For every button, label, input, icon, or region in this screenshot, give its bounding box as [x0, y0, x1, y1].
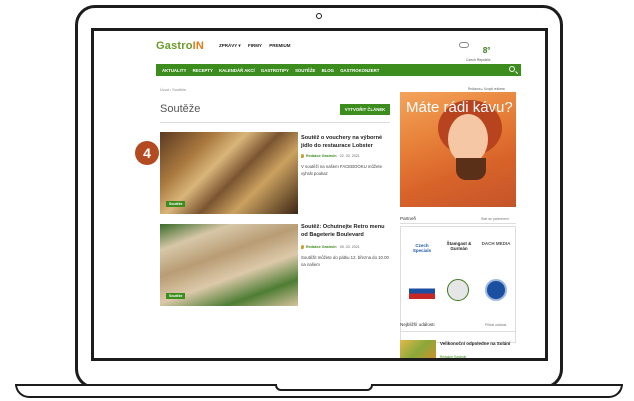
breadcrumb[interactable]: Úvod › Soutěže — [160, 88, 186, 92]
weather-widget: 8° Czech Republic — [466, 40, 491, 62]
article-author[interactable]: Redakce Gastroln — [306, 154, 337, 158]
main-nav: AKTUALITY RECEPTY KALENDÁŘ AKCÍ GASTROTI… — [156, 64, 521, 76]
pin-icon — [301, 154, 304, 159]
site-logo[interactable]: GastroIN — [156, 40, 204, 52]
events-link[interactable]: Přidat událost — [485, 323, 506, 327]
partner-flag-logo[interactable] — [409, 283, 435, 299]
partner-logo[interactable]: DACH MEDIA — [481, 241, 511, 246]
article-date: 22. 03. 2021 — [339, 154, 360, 158]
article-excerpt: Soutěžit můžete do pátku 12. března do 1… — [301, 255, 389, 267]
weather-location: Czech Republic — [466, 58, 491, 62]
laptop-notch — [275, 384, 373, 391]
top-nav: ZPRÁVY ▾ FIRMY PREMIUM — [219, 43, 296, 49]
article-date: 05. 03. 2021 — [339, 245, 360, 249]
article-author[interactable]: Redakce Gastroln — [306, 245, 337, 249]
step-badge: 4 — [135, 141, 159, 165]
website: GastroIN ZPRÁVY ▾ FIRMY PREMIUM 8° Czech… — [94, 31, 545, 358]
logo-accent: IN — [192, 40, 205, 52]
events-title: Nejbližší události — [400, 322, 435, 327]
article-title[interactable]: Soutěž o vouchery na výborné jídlo do re… — [301, 134, 389, 150]
create-article-button[interactable]: VYTVOŘIT ČLÁNEK — [340, 104, 390, 115]
event-meta: Redakce Gastroln — [440, 355, 467, 359]
nav-item-contests[interactable]: SOUTĚŽE — [295, 68, 315, 73]
article-meta: Redakce Gastroln · 05. 03. 2021 — [301, 245, 360, 250]
event-title[interactable]: Velikonoční odpoledne na Solání — [440, 341, 516, 348]
article-tag[interactable]: Soutěže — [166, 293, 186, 299]
partner-logo[interactable]: Czech Specials — [407, 243, 437, 253]
camera-icon — [316, 13, 322, 19]
partner-circle-logo[interactable] — [485, 279, 507, 301]
partner-seal-logo[interactable] — [447, 279, 469, 301]
top-nav-premium[interactable]: PREMIUM — [269, 43, 290, 48]
article-image[interactable]: Soutěže — [160, 132, 298, 214]
nav-item-calendar[interactable]: KALENDÁŘ AKCÍ — [219, 68, 255, 73]
weather-temp: 8° — [482, 46, 491, 55]
partner-logo[interactable]: Štamgast & Gurmán — [443, 241, 475, 251]
search-icon[interactable] — [509, 66, 515, 72]
top-nav-news[interactable]: ZPRÁVY ▾ — [219, 43, 241, 48]
partners-link[interactable]: Stát se partnerem — [481, 217, 509, 221]
event-image[interactable] — [400, 340, 436, 358]
page-title: Soutěže — [160, 103, 201, 115]
laptop-screen: GastroIN ZPRÁVY ▾ FIRMY PREMIUM 8° Czech… — [91, 28, 548, 361]
nav-item-news[interactable]: AKTUALITY — [162, 68, 186, 73]
nav-item-blog[interactable]: BLOG — [322, 68, 334, 73]
nav-item-concert[interactable]: GASTROKONZERT — [340, 68, 379, 73]
partners-title: Partneři — [400, 216, 417, 221]
ad-banner[interactable]: Máte rádi kávu? — [400, 92, 516, 207]
nav-item-recipes[interactable]: RECEPTY — [193, 68, 213, 73]
logo-main: Gastro — [156, 40, 193, 52]
divider — [160, 122, 390, 123]
pin-icon — [301, 245, 304, 250]
top-nav-companies[interactable]: FIRMY — [248, 43, 262, 48]
article-meta: Redakce Gastroln · 22. 03. 2021 — [301, 154, 360, 159]
ad-face — [448, 114, 488, 164]
article-image[interactable]: Soutěže — [160, 224, 298, 306]
nav-item-tips[interactable]: GASTROTIPY — [261, 68, 289, 73]
ad-label[interactable]: Reklama ▸ Koupit reklamu — [468, 87, 505, 91]
article-title[interactable]: Soutěž: Ochutnejte Retro menu od Bageter… — [301, 223, 389, 239]
cup-icon — [456, 158, 486, 180]
article-excerpt: V soutěži na našem FACEBOOKU můžete vyhr… — [301, 164, 382, 176]
article-tag[interactable]: Soutěže — [166, 201, 186, 207]
ad-text: Máte rádi kávu? — [406, 99, 513, 116]
divider — [400, 331, 516, 332]
divider — [400, 223, 516, 224]
